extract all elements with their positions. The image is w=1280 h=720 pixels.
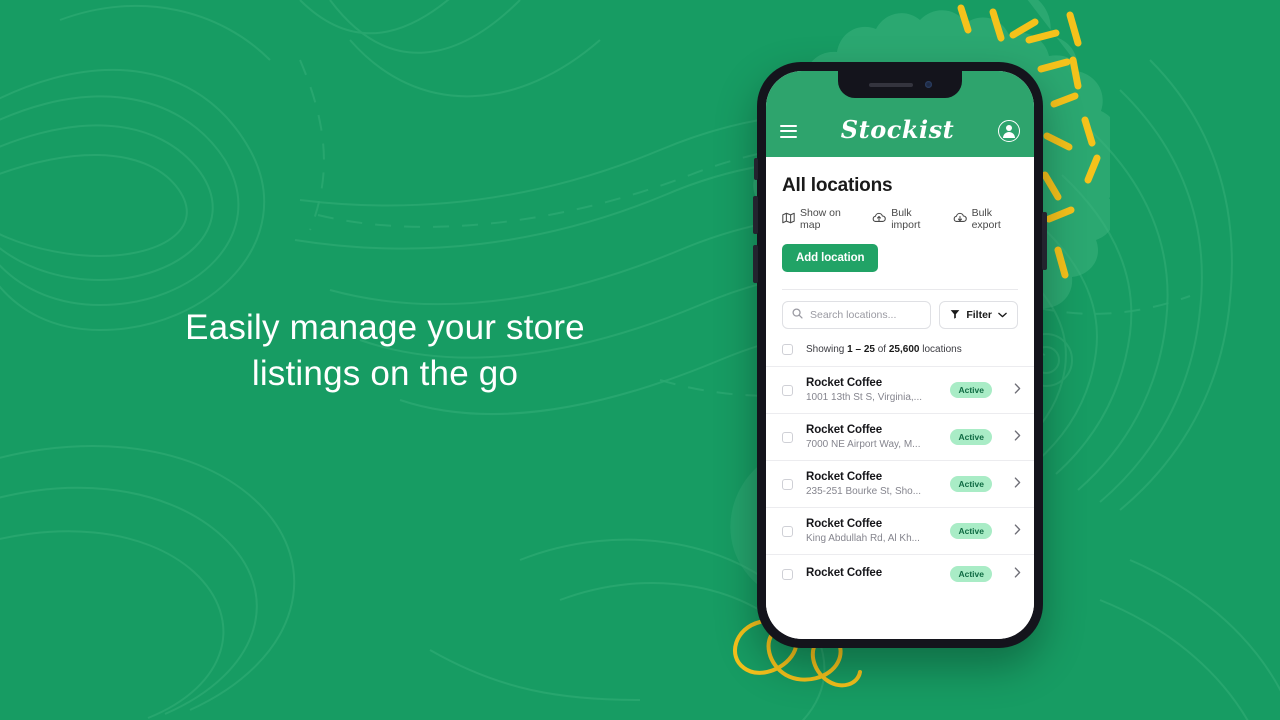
funnel-icon: [950, 309, 960, 322]
showing-suffix: locations: [919, 344, 962, 355]
phone-power-button[interactable]: [1042, 212, 1047, 270]
filter-button[interactable]: Filter: [939, 301, 1018, 329]
location-name: Rocket Coffee: [806, 424, 883, 436]
location-name: Rocket Coffee: [806, 566, 883, 579]
chevron-right-icon[interactable]: [1014, 381, 1021, 399]
location-name: Rocket Coffee: [806, 471, 883, 483]
table-row[interactable]: Rocket Coffee Active: [766, 555, 1034, 583]
showing-count-text: Showing 1 – 25 of 25,600 locations: [806, 344, 962, 355]
select-all-row: Showing 1 – 25 of 25,600 locations: [766, 339, 1034, 366]
bulk-import-action[interactable]: Bulk import: [872, 207, 937, 231]
location-address: King Abdullah Rd, Al Kh...: [806, 533, 920, 544]
locations-list: Rocket Coffee 1001 13th St S, Virginia,.…: [766, 366, 1034, 583]
showing-range: 1 – 25: [847, 344, 875, 355]
search-placeholder: Search locations...: [810, 309, 897, 321]
bulk-export-label: Bulk export: [971, 207, 1001, 231]
chevron-down-icon: [998, 309, 1007, 321]
headline-line-2: listings on the go: [251, 354, 519, 393]
cloud-download-icon: [953, 212, 967, 227]
cloud-upload-icon: [872, 212, 886, 227]
status-badge: Active: [950, 476, 992, 492]
search-icon: [792, 306, 803, 324]
row-checkbox[interactable]: [782, 525, 793, 537]
table-row[interactable]: Rocket Coffee 235-251 Bourke St, Sho... …: [766, 461, 1034, 508]
promo-banner: Easily manage your store listings on the…: [0, 0, 1280, 720]
status-badge: Active: [950, 523, 992, 539]
chevron-right-icon[interactable]: [1014, 475, 1021, 493]
filter-label: Filter: [966, 309, 992, 321]
status-badge: Active: [950, 566, 992, 582]
table-row[interactable]: Rocket Coffee 7000 NE Airport Way, M... …: [766, 414, 1034, 461]
bulk-export-action[interactable]: Bulk export: [953, 207, 1018, 231]
action-links: Show on map Bulk import Bulk export: [782, 207, 1018, 231]
table-row[interactable]: Rocket Coffee 1001 13th St S, Virginia,.…: [766, 367, 1034, 414]
front-camera-icon: [924, 81, 932, 88]
app-body: All locations Show on map Bulk import Bu…: [766, 157, 1034, 639]
search-toolbar: Search locations... Filter: [766, 290, 1034, 339]
row-checkbox[interactable]: [782, 431, 793, 443]
chevron-right-icon[interactable]: [1014, 522, 1021, 540]
row-checkbox[interactable]: [782, 384, 793, 396]
showing-prefix: Showing: [806, 344, 848, 355]
chevron-right-icon[interactable]: [1014, 428, 1021, 446]
phone-screen: Stockist All locations Show on map Bulk …: [766, 71, 1034, 639]
phone-mockup: Stockist All locations Show on map Bulk …: [757, 62, 1043, 648]
showing-middle: of: [874, 344, 889, 355]
show-on-map-label: Show on map: [800, 207, 841, 231]
status-badge: Active: [950, 429, 992, 445]
phone-notch: [838, 71, 962, 98]
location-address: 235-251 Bourke St, Sho...: [806, 486, 922, 497]
page-title: All locations: [782, 175, 893, 196]
hamburger-icon[interactable]: [780, 124, 797, 138]
location-address: 7000 NE Airport Way, M...: [806, 439, 921, 450]
user-avatar-icon[interactable]: [997, 120, 1020, 142]
row-checkbox[interactable]: [782, 568, 793, 580]
select-all-checkbox[interactable]: [782, 344, 793, 355]
chevron-right-icon[interactable]: [1014, 565, 1021, 583]
location-address: 1001 13th St S, Virginia,...: [806, 392, 923, 403]
search-input[interactable]: Search locations...: [782, 301, 932, 329]
location-name: Rocket Coffee: [806, 377, 883, 389]
status-badge: Active: [950, 382, 992, 398]
phone-silent-switch[interactable]: [754, 158, 758, 180]
phone-volume-down-button[interactable]: [753, 245, 758, 283]
add-location-button[interactable]: Add location: [782, 244, 879, 272]
showing-total: 25,600: [888, 344, 920, 355]
brand-logo: Stockist: [840, 115, 955, 144]
location-name: Rocket Coffee: [806, 518, 883, 530]
show-on-map-action[interactable]: Show on map: [782, 207, 857, 231]
earpiece-speaker: [868, 82, 913, 87]
headline-line-1: Easily manage your store: [185, 308, 585, 347]
table-row[interactable]: Rocket Coffee King Abdullah Rd, Al Kh...…: [766, 508, 1034, 555]
headline: Easily manage your store listings on the…: [0, 305, 770, 397]
bulk-import-label: Bulk import: [891, 207, 921, 231]
map-icon: [782, 212, 795, 227]
phone-volume-up-button[interactable]: [753, 196, 758, 234]
row-checkbox[interactable]: [782, 478, 793, 490]
